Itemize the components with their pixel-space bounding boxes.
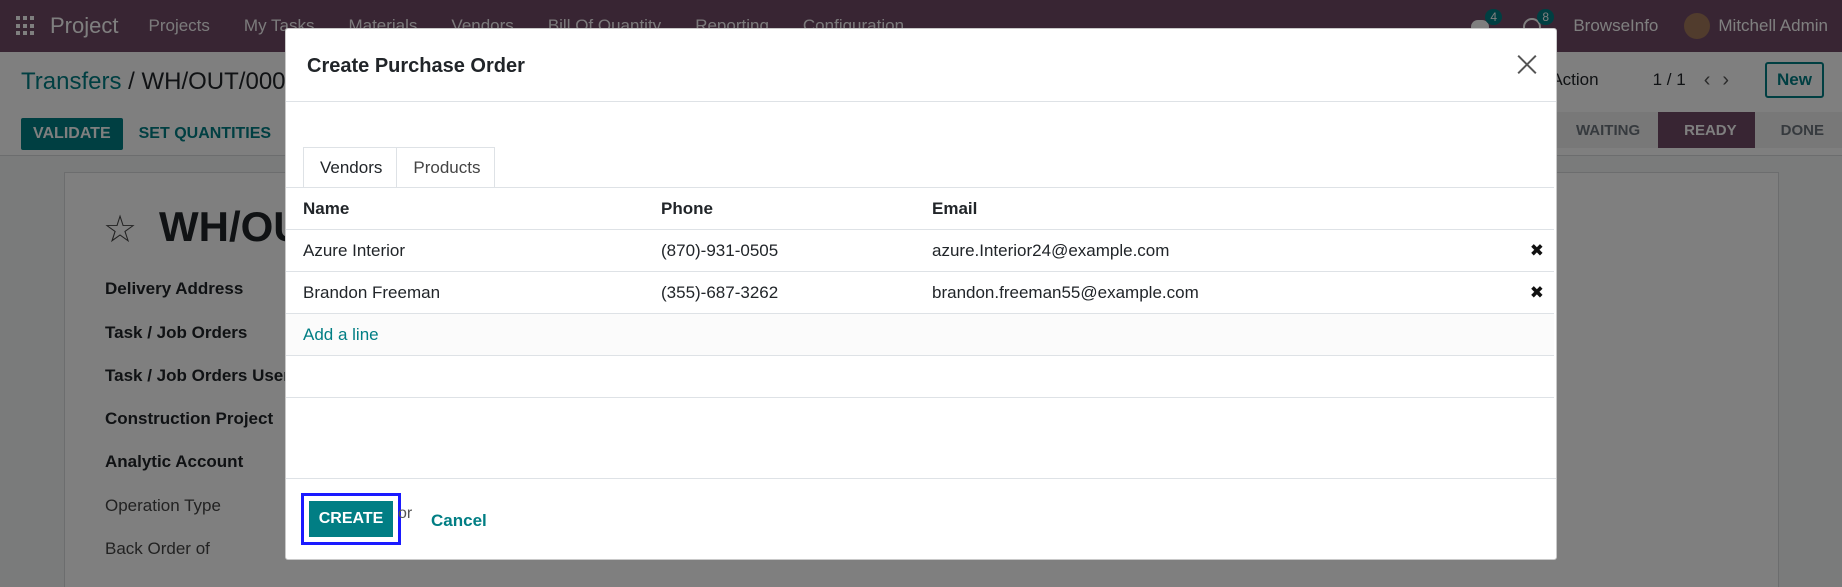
tab-vendors[interactable]: Vendors — [303, 147, 398, 188]
create-button-highlight: CREATE — [301, 493, 401, 545]
modal-header: Create Purchase Order — [286, 29, 1556, 102]
column-header-name[interactable]: Name — [303, 199, 349, 219]
cell-name[interactable]: Brandon Freeman — [303, 283, 440, 303]
modal-footer: CREATE or Cancel — [286, 478, 1556, 561]
close-icon[interactable] — [1516, 53, 1538, 75]
empty-row — [286, 356, 1554, 398]
column-header-email[interactable]: Email — [932, 199, 977, 219]
tab-products[interactable]: Products — [397, 147, 496, 188]
table-header: Name Phone Email — [286, 188, 1554, 230]
cell-phone[interactable]: (355)-687-3262 — [661, 283, 778, 303]
cell-email[interactable]: azure.Interior24@example.com — [932, 241, 1169, 261]
delete-row-icon[interactable]: ✖ — [1530, 283, 1544, 303]
cancel-button[interactable]: Cancel — [431, 511, 487, 531]
modal-title: Create Purchase Order — [307, 55, 525, 77]
table-row[interactable]: Brandon Freeman (355)-687-3262 brandon.f… — [286, 272, 1554, 314]
cell-phone[interactable]: (870)-931-0505 — [661, 241, 778, 261]
vendors-table: Name Phone Email Azure Interior (870)-93… — [286, 188, 1554, 398]
column-header-phone[interactable]: Phone — [661, 199, 713, 219]
table-row[interactable]: Azure Interior (870)-931-0505 azure.Inte… — [286, 230, 1554, 272]
create-button[interactable]: CREATE — [309, 501, 393, 537]
modal-tabs: Vendors Products — [303, 147, 496, 188]
create-purchase-order-dialog: Create Purchase Order Vendors Products N… — [285, 28, 1557, 560]
add-line-row: Add a line — [286, 314, 1554, 356]
cell-email[interactable]: brandon.freeman55@example.com — [932, 283, 1199, 303]
cell-name[interactable]: Azure Interior — [303, 241, 405, 261]
add-a-line-link[interactable]: Add a line — [303, 325, 379, 345]
or-text: or — [398, 505, 413, 522]
delete-row-icon[interactable]: ✖ — [1530, 241, 1544, 261]
